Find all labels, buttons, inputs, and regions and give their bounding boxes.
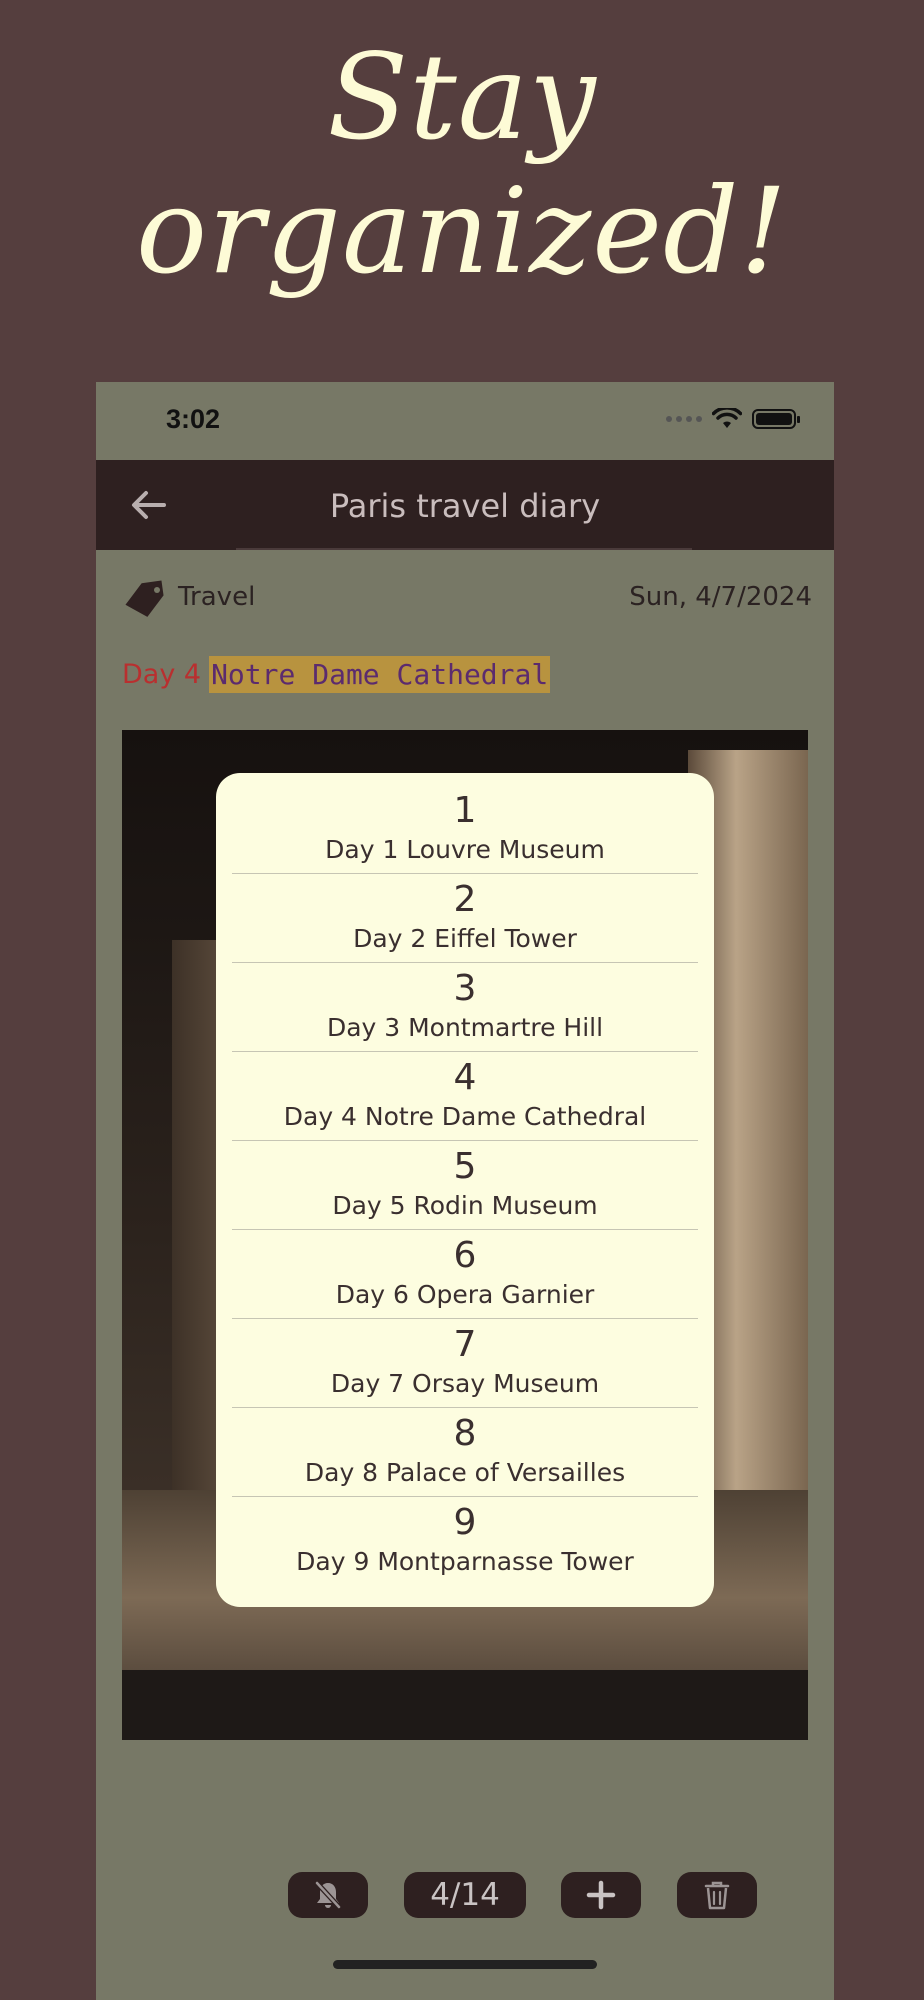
nav-item-number: 8	[453, 1413, 477, 1454]
nav-item-number: 5	[453, 1146, 477, 1187]
entry-date[interactable]: Sun, 4/7/2024	[629, 582, 812, 612]
nav-item-label: Day 1 Louvre Museum	[325, 835, 605, 864]
arrow-left-icon[interactable]	[126, 482, 172, 528]
status-time: 3:02	[166, 404, 221, 434]
entry-title[interactable]: Day 4 Notre Dame Cathedral	[122, 654, 551, 694]
nav-item-label: Day 9 Montparnasse Tower	[296, 1547, 634, 1576]
nav-item-number: 1	[453, 790, 477, 831]
tag-icon[interactable]	[122, 578, 168, 618]
nav-item-day-2[interactable]: 2 Day 2 Eiffel Tower	[232, 874, 698, 963]
title-underline	[236, 548, 692, 550]
battery-icon	[752, 409, 800, 429]
app-title: Paris travel diary	[329, 487, 601, 525]
promo-headline: Stay organized!	[0, 30, 924, 298]
page-indicator[interactable]: 4/14	[404, 1872, 526, 1918]
phone-screen: 3:02 Paris travel diary Travel Sun, 4/7/…	[96, 382, 834, 2000]
wifi-icon	[712, 408, 742, 428]
status-icons	[666, 408, 800, 430]
nav-item-number: 7	[453, 1324, 477, 1365]
nav-item-number: 3	[453, 968, 477, 1009]
entry-meta-row: Travel Sun, 4/7/2024	[122, 578, 812, 618]
nav-item-label: Day 5 Rodin Museum	[332, 1191, 598, 1220]
nav-item-number: 9	[453, 1502, 477, 1543]
app-bar: Paris travel diary	[96, 460, 834, 550]
nav-item-label: Day 3 Montmartre Hill	[326, 1013, 604, 1042]
nav-item-day-7[interactable]: 7 Day 7 Orsay Museum	[232, 1319, 698, 1408]
page-indicator-text: 4/14	[430, 1877, 500, 1913]
nav-item-label: Day 2 Eiffel Tower	[353, 924, 577, 953]
nav-item-label: Day 8 Palace of Versailles	[304, 1458, 626, 1487]
nav-item-number: 2	[453, 879, 477, 920]
nav-item-label: Day 4 Notre Dame Cathedral	[283, 1102, 647, 1131]
photo-ground	[122, 1670, 808, 1740]
nav-item-day-5[interactable]: 5 Day 5 Rodin Museum	[232, 1141, 698, 1230]
day-navigation-popup: 1 Day 1 Louvre Museum 2 Day 2 Eiffel Tow…	[216, 773, 714, 1607]
nav-item-day-9[interactable]: 9 Day 9 Montparnasse Tower	[232, 1497, 698, 1586]
status-bar: 3:02	[96, 382, 834, 460]
tag-label[interactable]: Travel	[178, 582, 255, 612]
nav-item-day-3[interactable]: 3 Day 3 Montmartre Hill	[232, 963, 698, 1052]
nav-item-day-8[interactable]: 8 Day 8 Palace of Versailles	[232, 1408, 698, 1497]
battery-level	[756, 413, 792, 425]
day-prefix: Day 4	[122, 658, 202, 690]
nav-item-day-1[interactable]: 1 Day 1 Louvre Museum	[232, 785, 698, 874]
headline-line-1: Stay	[327, 28, 597, 166]
nav-item-label: Day 7 Orsay Museum	[330, 1369, 600, 1398]
nav-item-day-4[interactable]: 4 Day 4 Notre Dame Cathedral	[232, 1052, 698, 1141]
headline-line-2: organized!	[135, 162, 789, 300]
delete-button[interactable]	[677, 1872, 757, 1918]
home-indicator[interactable]	[333, 1960, 597, 1969]
entry-title-text: Notre Dame Cathedral	[209, 655, 551, 693]
nav-item-day-6[interactable]: 6 Day 6 Opera Garnier	[232, 1230, 698, 1319]
plus-icon	[586, 1880, 616, 1910]
mute-button[interactable]	[288, 1872, 368, 1918]
nav-item-number: 6	[453, 1235, 477, 1276]
add-entry-button[interactable]	[561, 1872, 641, 1918]
bell-off-icon	[315, 1881, 341, 1909]
signal-icon	[666, 416, 702, 422]
nav-item-number: 4	[453, 1057, 477, 1098]
bottom-toolbar: 4/14	[96, 1872, 834, 1920]
nav-item-label: Day 6 Opera Garnier	[335, 1280, 595, 1309]
trash-icon	[704, 1881, 730, 1910]
